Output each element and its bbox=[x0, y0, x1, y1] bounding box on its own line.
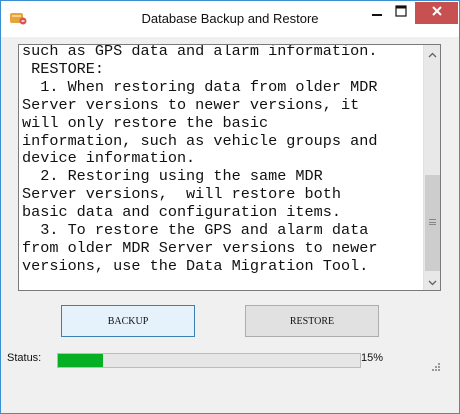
minimize-button[interactable] bbox=[365, 2, 389, 24]
close-icon bbox=[431, 4, 443, 22]
progress-fill bbox=[58, 354, 104, 367]
title-bar[interactable]: Database Backup and Restore bbox=[1, 1, 459, 37]
scroll-down-button[interactable] bbox=[424, 273, 440, 290]
progress-percent: 15% bbox=[361, 352, 384, 364]
vertical-scrollbar[interactable] bbox=[423, 45, 440, 290]
text-line: 2. Restoring using the same MDR bbox=[22, 167, 323, 186]
minimize-icon bbox=[371, 4, 383, 22]
status-label: Status: bbox=[7, 352, 42, 364]
grip-icon bbox=[429, 219, 436, 225]
text-line: will only restore the basic bbox=[22, 113, 269, 132]
text-line: from older MDR Server versions to newer bbox=[22, 238, 378, 257]
text-line: basic data and configuration items. bbox=[22, 203, 341, 222]
backup-button[interactable]: BACKUP bbox=[61, 305, 195, 337]
maximize-icon bbox=[395, 4, 407, 22]
status-bar: Status: 15% bbox=[1, 349, 443, 371]
restore-button[interactable]: RESTORE bbox=[245, 305, 379, 337]
progress-bar bbox=[57, 353, 361, 368]
resize-grip-icon[interactable] bbox=[431, 359, 441, 371]
text-line: 3. To restore the GPS and alarm data bbox=[22, 221, 369, 240]
text-line: Server versions to newer versions, it bbox=[22, 95, 360, 114]
text-line: such as GPS data and alarm information. bbox=[22, 44, 378, 60]
text-line: versions, use the Data Migration Tool. bbox=[22, 256, 369, 275]
maximize-button[interactable] bbox=[389, 2, 413, 24]
app-window: Database Backup and Restore such as GPS … bbox=[0, 0, 460, 414]
scroll-up-button[interactable] bbox=[424, 45, 440, 62]
close-button[interactable] bbox=[415, 2, 458, 24]
text-line: Server versions, will restore both bbox=[22, 185, 341, 204]
info-text: such as GPS data and alarm information. … bbox=[22, 44, 422, 276]
scroll-thumb[interactable] bbox=[425, 175, 440, 271]
text-line: RESTORE: bbox=[22, 59, 105, 78]
text-line: information, such as vehicle groups and bbox=[22, 131, 378, 150]
info-textbox[interactable]: such as GPS data and alarm information. … bbox=[18, 44, 441, 291]
chevron-down-icon bbox=[428, 273, 437, 291]
text-line: device information. bbox=[22, 149, 196, 168]
text-line: 1. When restoring data from older MDR bbox=[22, 77, 378, 96]
chevron-up-icon bbox=[428, 45, 437, 63]
